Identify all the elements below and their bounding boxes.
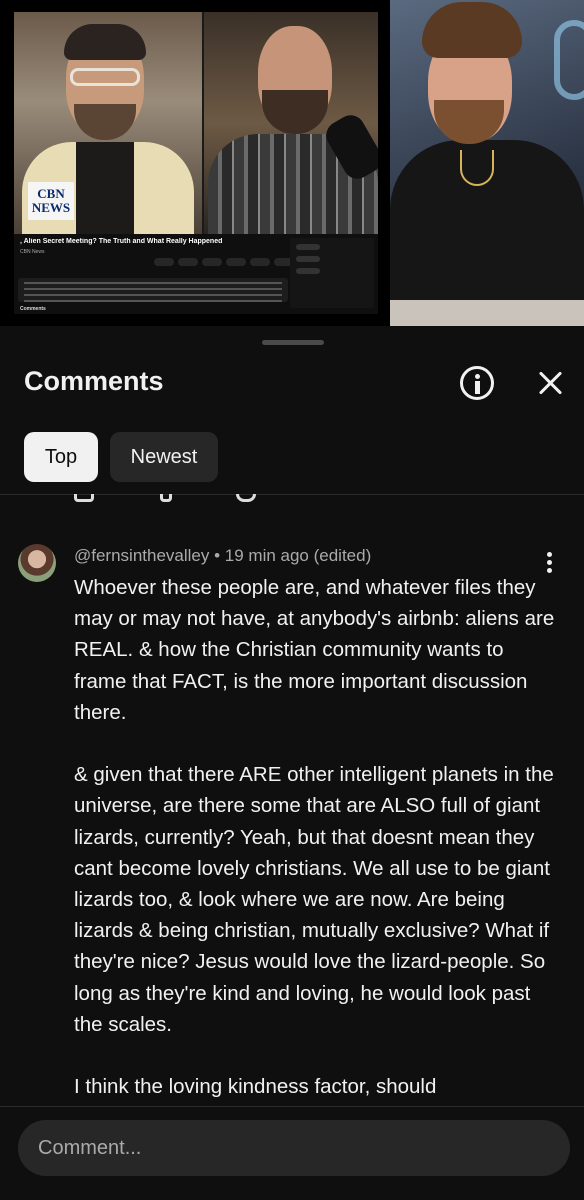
filter-top-chip[interactable]: Top	[24, 432, 98, 482]
filter-newest-chip[interactable]: Newest	[110, 432, 218, 482]
necklace	[460, 150, 494, 186]
embedded-video-screen: CBN NEWS , Alien Secret Meeting? The Tru…	[14, 12, 378, 314]
embedded-video-info: , Alien Secret Meeting? The Truth and Wh…	[14, 234, 378, 314]
cbn-host-camera: CBN NEWS	[14, 12, 202, 234]
neon-sign	[554, 20, 584, 100]
video-player[interactable]: CBN NEWS , Alien Secret Meeting? The Tru…	[0, 0, 584, 326]
embedded-comments-label: Comments	[20, 306, 46, 312]
info-icon[interactable]	[460, 366, 494, 400]
dislike-icon[interactable]	[160, 494, 172, 504]
avatar[interactable]	[18, 544, 56, 582]
reply-icon[interactable]	[236, 494, 256, 504]
reactor-camera	[390, 0, 584, 326]
comment-paragraph: Whoever these people are, and whatever f…	[74, 576, 555, 724]
guest-camera	[204, 12, 378, 234]
cbn-news-logo: CBN NEWS	[28, 182, 74, 220]
comment-composer	[0, 1108, 584, 1200]
comment-input[interactable]	[18, 1120, 570, 1176]
comment-paragraph: & given that there ARE other intelligent…	[74, 763, 554, 1036]
embedded-description	[18, 278, 288, 302]
sheet-title: Comments	[24, 366, 164, 396]
like-icon[interactable]	[74, 494, 94, 504]
comment-paragraph: I think the loving kindness factor, shou…	[74, 1075, 437, 1099]
comments-sheet: Comments Top Newest @fernsinthevalley • …	[0, 326, 584, 1200]
embedded-sidebar	[290, 238, 374, 308]
comment-body: Whoever these people are, and whatever f…	[74, 572, 560, 1134]
close-icon[interactable]	[536, 368, 566, 398]
comment-meta[interactable]: @fernsinthevalley • 19 min ago (edited)	[74, 546, 371, 566]
drag-handle[interactable]	[262, 340, 324, 345]
